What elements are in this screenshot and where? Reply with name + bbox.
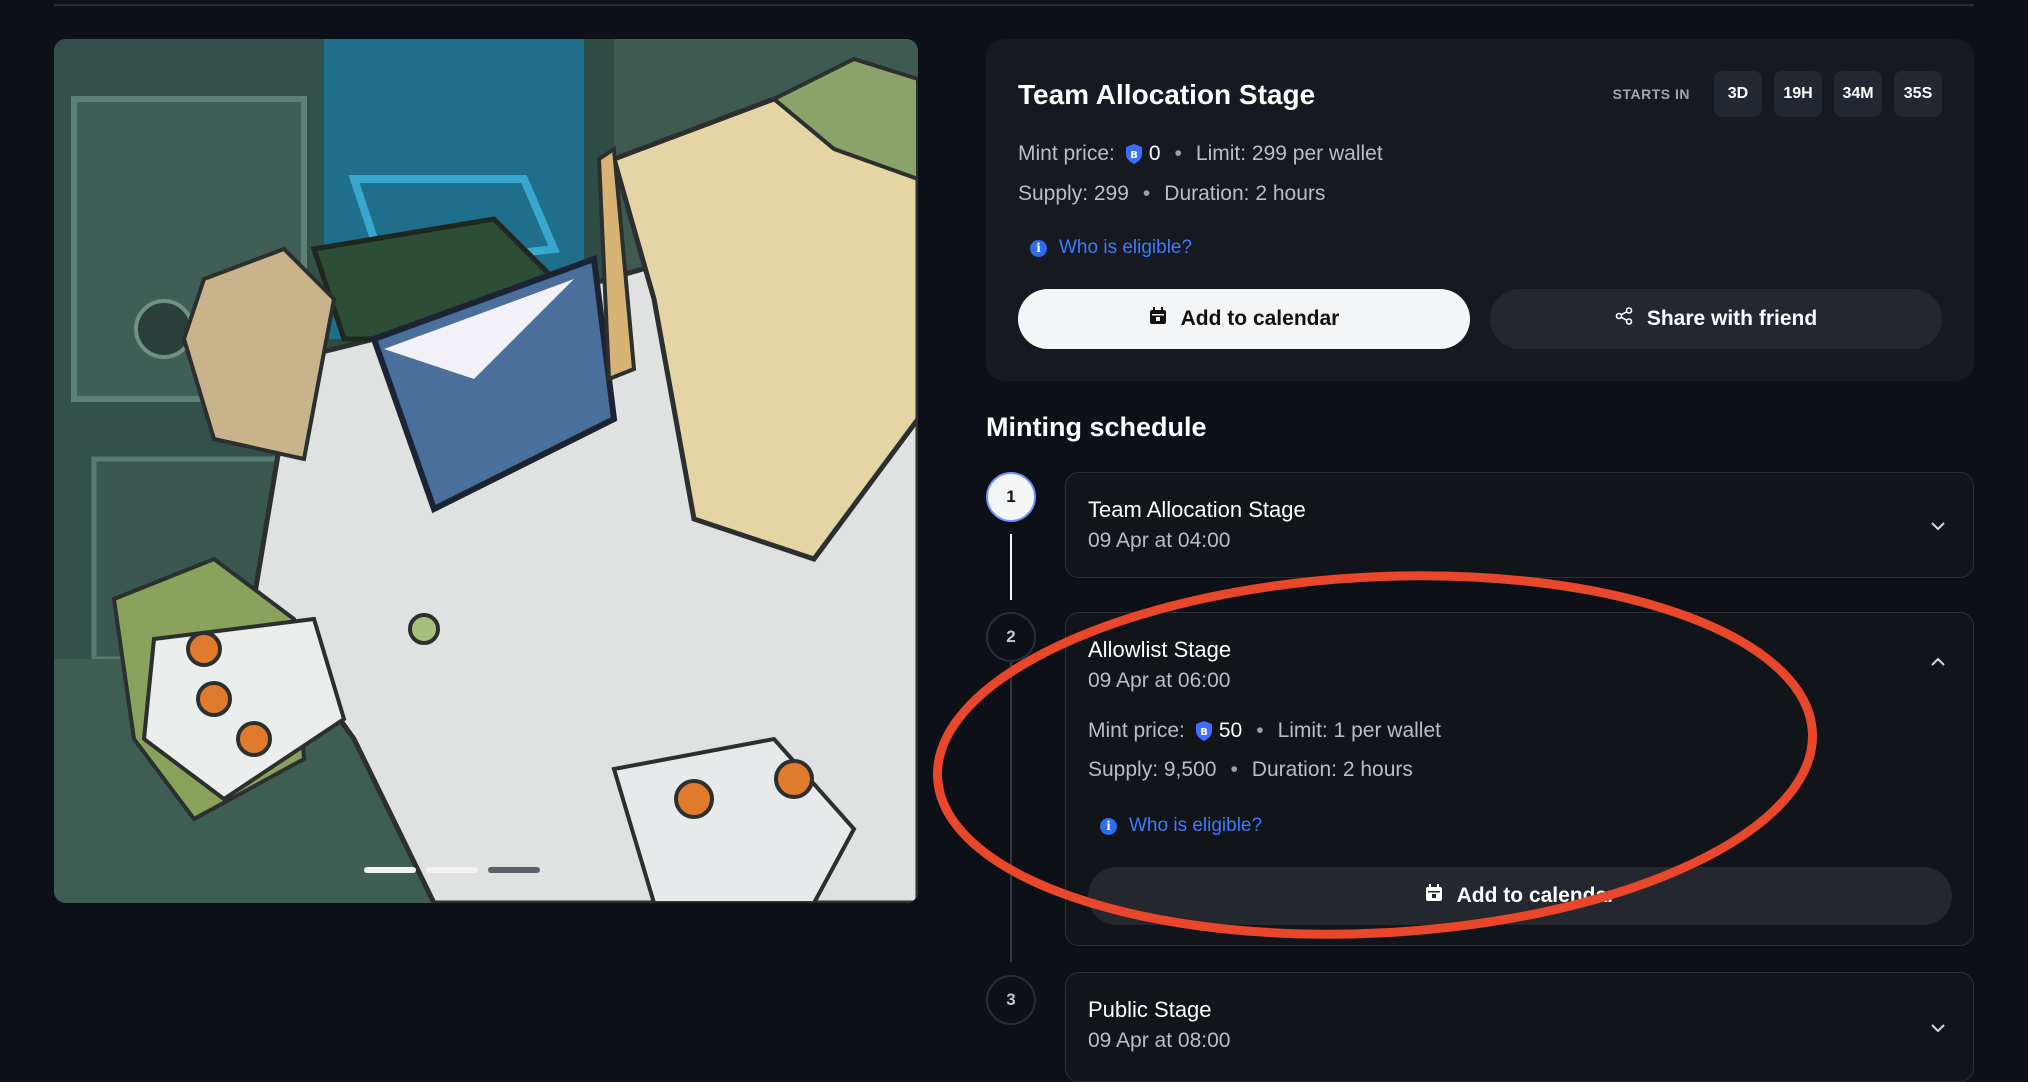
stage-title: Team Allocation Stage — [1018, 79, 1316, 110]
countdown-days: 3D — [1714, 71, 1762, 117]
carousel-dot[interactable] — [488, 867, 540, 873]
countdown-minutes: 34M — [1834, 71, 1882, 117]
separator: • — [1256, 719, 1264, 742]
stage-date: 09 Apr at 06:00 — [1088, 669, 1231, 692]
timeline-connector — [1010, 534, 1012, 600]
top-divider — [54, 4, 1974, 6]
token-shield-icon: B — [1195, 720, 1213, 742]
add-to-calendar-button[interactable]: Add to calendar — [1088, 867, 1952, 925]
mint-price-label: Mint price: — [1018, 142, 1115, 165]
limit-text: Limit: 1 per wallet — [1277, 719, 1441, 742]
duration-text: Duration: 2 hours — [1164, 182, 1326, 205]
add-to-calendar-label: Add to calendar — [1180, 307, 1340, 330]
mint-price-label: Mint price: — [1088, 719, 1185, 742]
schedule-stage-team-allocation[interactable]: Team Allocation Stage 09 Apr at 04:00 — [1065, 472, 1974, 578]
who-is-eligible-label: Who is eligible? — [1129, 815, 1263, 836]
svg-text:B: B — [1200, 727, 1208, 738]
add-to-calendar-label: Add to calendar — [1456, 884, 1616, 907]
schedule-stage-allowlist: Allowlist Stage 09 Apr at 06:00 Mint pri… — [1065, 612, 1974, 946]
stage-name: Public Stage — [1088, 997, 1212, 1022]
mint-price-value: 0 — [1148, 142, 1161, 165]
countdown-hours: 19H — [1774, 71, 1822, 117]
svg-text:B: B — [1130, 150, 1138, 161]
schedule-stage-public[interactable]: Public Stage 09 Apr at 08:00 — [1065, 972, 1974, 1082]
limit-text: Limit: 299 per wallet — [1195, 142, 1383, 165]
step-3-indicator: 3 — [986, 975, 1036, 1025]
supply-text: Supply: 299 — [1018, 182, 1129, 205]
duration-text: Duration: 2 hours — [1251, 758, 1413, 781]
who-is-eligible-label: Who is eligible? — [1059, 237, 1193, 258]
calendar-icon — [1149, 307, 1167, 331]
chevron-down-icon[interactable] — [1925, 513, 1951, 539]
countdown: STARTS IN 3D 19H 34M 35S — [1613, 71, 1942, 117]
separator: • — [1174, 142, 1182, 165]
step-1-indicator: 1 — [986, 472, 1036, 522]
who-is-eligible-link[interactable]: i Who is eligible? — [1100, 815, 1262, 837]
separator: • — [1142, 182, 1151, 205]
stage-name: Team Allocation Stage — [1088, 497, 1306, 522]
supply-text: Supply: 9,500 — [1088, 758, 1217, 781]
collection-artwork[interactable] — [54, 39, 918, 903]
stage-date: 09 Apr at 08:00 — [1088, 1029, 1231, 1052]
chevron-up-icon[interactable] — [1925, 649, 1951, 675]
token-shield-icon: B — [1125, 143, 1143, 165]
carousel-dot-active[interactable] — [426, 867, 478, 873]
info-icon: i — [1030, 239, 1047, 257]
calendar-icon — [1425, 884, 1443, 908]
share-icon — [1615, 307, 1633, 331]
share-label: Share with friend — [1646, 307, 1818, 330]
mech-illustration — [54, 39, 918, 903]
mint-price-value: 50 — [1218, 719, 1243, 742]
stage-price-row: Mint price: B 50 • Limit: 1 per wallet — [1088, 719, 1441, 743]
minting-schedule-title: Minting schedule — [986, 412, 1207, 442]
stage-supply-row: Supply: 299 • Duration: 2 hours — [1018, 182, 1325, 206]
current-stage-card: Team Allocation Stage STARTS IN 3D 19H 3… — [986, 39, 1974, 381]
starts-in-label: STARTS IN — [1612, 86, 1690, 102]
carousel-indicator — [364, 867, 540, 873]
chevron-down-icon[interactable] — [1925, 1015, 1951, 1041]
stage-name: Allowlist Stage — [1088, 637, 1232, 662]
add-to-calendar-button[interactable]: Add to calendar — [1018, 289, 1470, 349]
timeline-connector — [1010, 662, 1012, 962]
carousel-dot[interactable] — [364, 867, 416, 873]
share-with-friend-button[interactable]: Share with friend — [1490, 289, 1942, 349]
info-icon: i — [1100, 817, 1117, 835]
separator: • — [1230, 758, 1238, 781]
stage-supply-row: Supply: 9,500 • Duration: 2 hours — [1088, 758, 1413, 782]
who-is-eligible-link[interactable]: i Who is eligible? — [1030, 237, 1192, 259]
stage-date: 09 Apr at 04:00 — [1088, 529, 1231, 552]
stage-price-row: Mint price: B 0 • Limit: 299 per wallet — [1018, 142, 1383, 166]
countdown-seconds: 35S — [1894, 71, 1942, 117]
step-2-indicator: 2 — [986, 612, 1036, 662]
